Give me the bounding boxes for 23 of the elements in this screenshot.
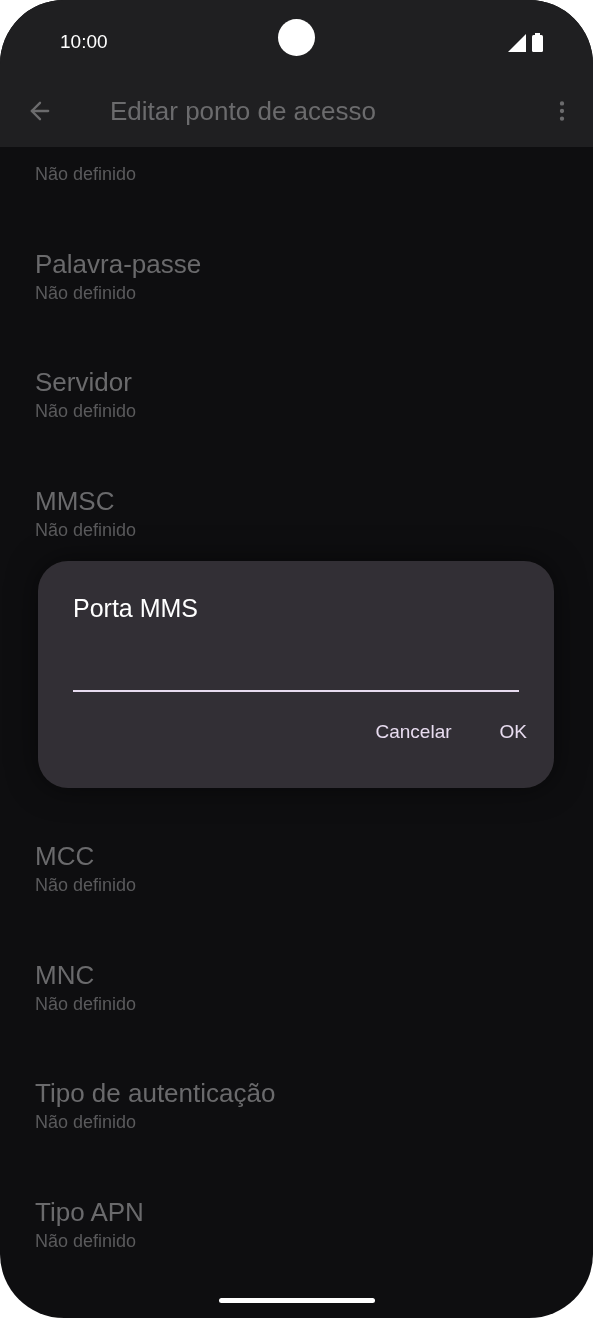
status-time: 10:00	[60, 30, 108, 55]
toolbar-title: Editar ponto de acesso	[110, 94, 377, 128]
setting-value: Não definido	[35, 874, 137, 898]
dialog-button[interactable]: OK	[485, 712, 541, 753]
dialog-button[interactable]: Cancelar	[361, 712, 466, 753]
setting-value: Não definido	[35, 400, 137, 424]
setting-value: Não definido	[35, 518, 137, 542]
setting-title[interactable]: Tipo de autenticação	[35, 1077, 276, 1110]
setting-value: Não definido	[35, 1229, 137, 1253]
setting-title[interactable]: MCC	[35, 840, 95, 873]
setting-title[interactable]: MNC	[35, 958, 95, 991]
dialog-title: Porta MMS	[73, 593, 200, 624]
signal-icon	[508, 33, 526, 52]
setting-title[interactable]: Palavra-passe	[35, 247, 202, 280]
setting-value: Não definido	[35, 281, 137, 305]
setting-title[interactable]: Tipo APN	[35, 1195, 144, 1228]
battery-icon	[532, 33, 543, 52]
setting-title[interactable]: Servidor	[35, 366, 132, 399]
setting-value: Não definido	[35, 1111, 137, 1135]
setting-value: Não definido	[35, 992, 137, 1016]
setting-title[interactable]: MMSC	[35, 484, 115, 517]
setting-value: Não definido	[35, 163, 137, 187]
camera-cutout	[278, 19, 315, 56]
